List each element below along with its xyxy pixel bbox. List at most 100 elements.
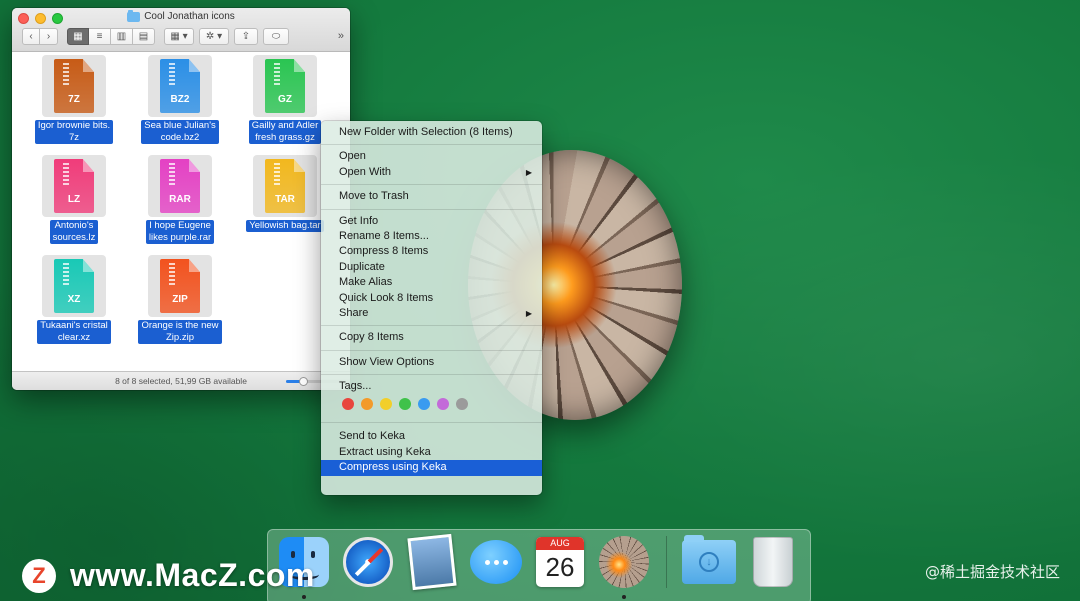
finder-window: Cool Jonathan icons ‹ › ▦ ≡ ▥ ▤ ▦ ▾ ✲ ▾ …	[12, 8, 350, 390]
menu-item-copy[interactable]: Copy 8 Items	[321, 330, 542, 345]
archive-file-icon: TAR	[253, 155, 317, 217]
menu-item-new-folder-with-selection[interactable]: New Folder with Selection (8 Items)	[321, 125, 542, 140]
menu-separator	[321, 208, 542, 210]
menu-item-extract-using-keka[interactable]: Extract using Keka	[321, 445, 542, 460]
submenu-arrow-icon: ▶	[525, 308, 532, 318]
dock-safari[interactable]	[340, 534, 396, 590]
menu-item-open[interactable]: Open	[321, 149, 542, 164]
archive-file-icon: ZIP	[148, 255, 212, 317]
menu-separator	[321, 144, 542, 146]
menu-item-rename[interactable]: Rename 8 Items...	[321, 229, 542, 244]
finder-titlebar: Cool Jonathan icons ‹ › ▦ ≡ ▥ ▤ ▦ ▾ ✲ ▾ …	[12, 8, 350, 52]
dock-trash[interactable]	[745, 534, 801, 590]
archive-file-icon: 7Z	[42, 55, 106, 117]
tag-color-dot[interactable]	[342, 398, 354, 411]
file-extension-label: TAR	[275, 194, 295, 205]
menu-item-duplicate[interactable]: Duplicate	[321, 260, 542, 275]
file-item[interactable]: RAR I hope Eugene likes purple.rar	[134, 155, 226, 244]
forward-button[interactable]: ›	[40, 27, 58, 45]
file-item[interactable]: GZ Gailly and Adler fresh grass.gz	[239, 55, 331, 144]
file-item[interactable]: 7Z Igor brownie bits. 7z	[28, 55, 120, 144]
menu-item-quick-look[interactable]: Quick Look 8 Items	[321, 291, 542, 306]
file-name-label: Gailly and Adler fresh grass.gz	[248, 120, 322, 144]
file-extension-label: GZ	[278, 94, 292, 105]
menu-separator	[321, 349, 542, 351]
nav-buttons: ‹ ›	[22, 27, 58, 45]
icon-view-button[interactable]: ▦	[67, 27, 89, 45]
file-name-label: Orange is the new Zip.zip	[138, 320, 222, 344]
watermark-right: @稀土掘金技术社区	[924, 563, 1060, 581]
dock-preview[interactable]	[404, 533, 460, 591]
menu-item-make-alias[interactable]: Make Alias	[321, 275, 542, 290]
archive-file-icon: RAR	[148, 155, 212, 217]
file-name-label: Antonio's sources.lz	[49, 220, 99, 244]
file-name-label: Sea blue Julian's code.bz2	[141, 120, 219, 144]
back-button[interactable]: ‹	[22, 27, 40, 45]
zip-document-icon: TAR	[265, 159, 305, 213]
zipper-icon	[169, 63, 175, 85]
zipper-icon	[63, 263, 69, 285]
file-extension-label: 7Z	[68, 94, 80, 105]
icon-size-slider-knob[interactable]	[298, 377, 308, 386]
window-title: Cool Jonathan icons	[12, 9, 350, 22]
calendar-icon: AUG 26	[536, 537, 584, 587]
tag-color-dot[interactable]	[418, 398, 430, 411]
calendar-day: 26	[545, 552, 575, 582]
zip-document-icon: GZ	[265, 59, 305, 113]
finder-statusbar: 8 of 8 selected, 51,99 GB available	[12, 371, 350, 390]
file-item[interactable]: LZ Antonio's sources.lz	[28, 155, 120, 244]
menu-item-compress[interactable]: Compress 8 Items	[321, 244, 542, 259]
folder-icon	[127, 9, 141, 22]
dock-separator	[666, 536, 667, 588]
menu-item-show-view-options[interactable]: Show View Options	[321, 355, 542, 370]
dock-messages[interactable]	[468, 534, 524, 590]
menu-separator	[321, 325, 542, 327]
action-gear-button[interactable]: ✲ ▾	[199, 27, 229, 45]
file-name-label: Yellowish bag.tar	[246, 220, 324, 232]
file-name-label: Igor brownie bits. 7z	[34, 120, 114, 144]
menu-item-get-info[interactable]: Get Info	[321, 214, 542, 229]
file-item[interactable]: BZ2 Sea blue Julian's code.bz2	[134, 55, 226, 144]
file-extension-label: LZ	[67, 194, 81, 205]
column-view-button[interactable]: ▥	[111, 27, 133, 45]
download-arrow-icon: ↓	[699, 552, 719, 572]
file-name-label: Tukaani's cristal clear.xz	[37, 320, 111, 344]
menu-item-share[interactable]: Share ▶	[321, 306, 542, 321]
gallery-view-button[interactable]: ▤	[133, 27, 155, 45]
file-item[interactable]: TAR Yellowish bag.tar	[239, 155, 331, 232]
zipper-icon	[274, 63, 280, 85]
tag-color-dot[interactable]	[380, 398, 392, 411]
menu-item-compress-using-keka[interactable]: Compress using Keka	[321, 460, 542, 476]
tags-button[interactable]: ⬭	[263, 27, 289, 45]
view-mode-buttons: ▦ ≡ ▥ ▤	[67, 27, 155, 45]
running-indicator	[622, 595, 626, 599]
dock-downloads[interactable]: ↓	[681, 534, 737, 590]
menu-item-open-with[interactable]: Open With ▶	[321, 165, 542, 180]
tag-color-dot[interactable]	[361, 398, 373, 411]
watermark-left: Z www.MacZ.com	[22, 557, 315, 594]
macz-logo-icon: Z	[22, 558, 56, 593]
tag-color-dot[interactable]	[456, 398, 468, 411]
dock-calendar[interactable]: AUG 26	[532, 534, 588, 590]
share-button[interactable]: ⇪	[234, 27, 258, 45]
menu-item-tags[interactable]: Tags...	[321, 379, 542, 394]
zip-document-icon: ZIP	[160, 259, 200, 313]
menu-item-move-to-trash[interactable]: Move to Trash	[321, 189, 542, 204]
file-item[interactable]: ZIP Orange is the new Zip.zip	[134, 255, 226, 344]
dock-keka[interactable]	[596, 534, 652, 599]
toolbar-overflow-button[interactable]: »	[338, 30, 344, 42]
zipper-icon	[274, 163, 280, 185]
menu-item-send-to-keka[interactable]: Send to Keka	[321, 429, 542, 444]
file-item[interactable]: XZ Tukaani's cristal clear.xz	[28, 255, 120, 344]
file-grid: 7Z Igor brownie bits. 7z BZ2 Sea blue Julia…	[12, 53, 350, 371]
menu-item-share-label: Share	[339, 306, 369, 319]
window-title-text: Cool Jonathan icons	[144, 11, 235, 22]
arrange-button[interactable]: ▦ ▾	[164, 27, 194, 45]
zip-document-icon: 7Z	[54, 59, 94, 113]
tag-color-row	[321, 394, 542, 414]
menu-item-open-with-label: Open With	[339, 165, 391, 178]
tag-color-dot[interactable]	[399, 398, 411, 411]
context-menu: New Folder with Selection (8 Items) Open…	[321, 121, 542, 495]
list-view-button[interactable]: ≡	[89, 27, 111, 45]
tag-color-dot[interactable]	[437, 398, 449, 411]
